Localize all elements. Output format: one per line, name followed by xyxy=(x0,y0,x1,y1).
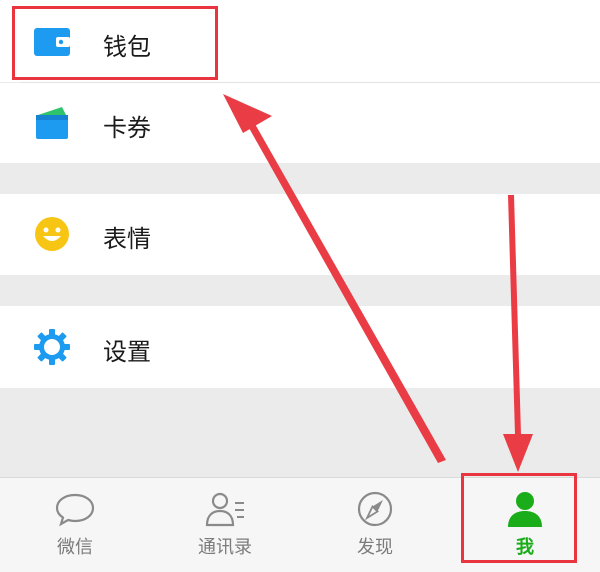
contacts-icon xyxy=(205,492,244,527)
card-coupon-icon xyxy=(36,107,68,139)
compass-icon xyxy=(357,491,393,527)
menu-item-label: 设置 xyxy=(103,338,151,366)
menu-item-wallet[interactable]: 钱包 xyxy=(0,0,600,82)
chat-bubble-icon xyxy=(55,493,95,527)
menu-item-settings[interactable]: 设置 xyxy=(0,306,600,388)
tab-discover[interactable]: 发现 xyxy=(300,478,450,572)
person-icon xyxy=(508,492,542,527)
tab-me[interactable]: 我 xyxy=(450,478,600,572)
bottom-tab-bar: 微信 通讯录 发现 我 xyxy=(0,477,600,572)
menu-item-card-coupon[interactable]: 卡券 xyxy=(0,83,600,163)
menu-item-emoji[interactable]: 表情 xyxy=(0,194,600,275)
tab-label: 我 xyxy=(516,537,534,558)
menu-item-label: 钱包 xyxy=(103,33,151,61)
tab-label: 发现 xyxy=(357,537,393,558)
tab-label: 微信 xyxy=(57,537,93,558)
wallet-icon xyxy=(34,28,70,56)
tab-chats[interactable]: 微信 xyxy=(0,478,150,572)
smiley-icon xyxy=(35,217,69,251)
menu-item-label: 卡券 xyxy=(103,114,151,142)
tab-label: 通讯录 xyxy=(198,537,252,558)
tab-contacts[interactable]: 通讯录 xyxy=(150,478,300,572)
gear-icon xyxy=(34,329,70,365)
menu-item-label: 表情 xyxy=(103,225,151,253)
